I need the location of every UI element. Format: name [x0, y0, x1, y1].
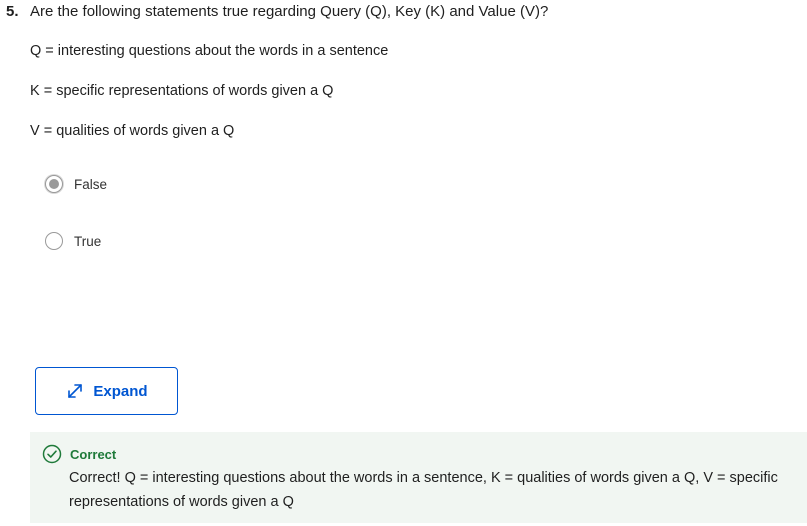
feedback-status-row: Correct — [42, 444, 116, 464]
option-label-true: True — [74, 233, 102, 249]
expand-arrows-icon — [65, 381, 85, 401]
question-number: 5. — [6, 3, 19, 20]
radio-dot — [49, 179, 59, 189]
radio-button-selected[interactable] — [45, 175, 63, 193]
option-label-false: False — [74, 176, 108, 192]
question-text: Are the following statements true regard… — [30, 3, 549, 20]
feedback-message: Correct! Q = interesting questions about… — [69, 470, 778, 510]
statement-k: K = specific representations of words gi… — [30, 83, 334, 99]
option-false[interactable]: False — [45, 175, 107, 193]
feedback-status: Correct — [70, 446, 117, 462]
feedback-panel: Correct Correct! Q = interesting questio… — [30, 432, 807, 523]
option-true[interactable]: True — [45, 232, 101, 250]
expand-label: Expand — [93, 382, 148, 400]
check-circle-icon — [42, 444, 62, 464]
radio-button[interactable] — [45, 232, 63, 250]
question-block: 5. Are the following statements true reg… — [6, 3, 796, 21]
expand-button[interactable]: Expand — [35, 367, 178, 415]
statement-v: V = qualities of words given a Q — [30, 123, 235, 139]
question-header: 5. Are the following statements true reg… — [6, 3, 796, 21]
statement-q: Q = interesting questions about the word… — [30, 43, 389, 59]
